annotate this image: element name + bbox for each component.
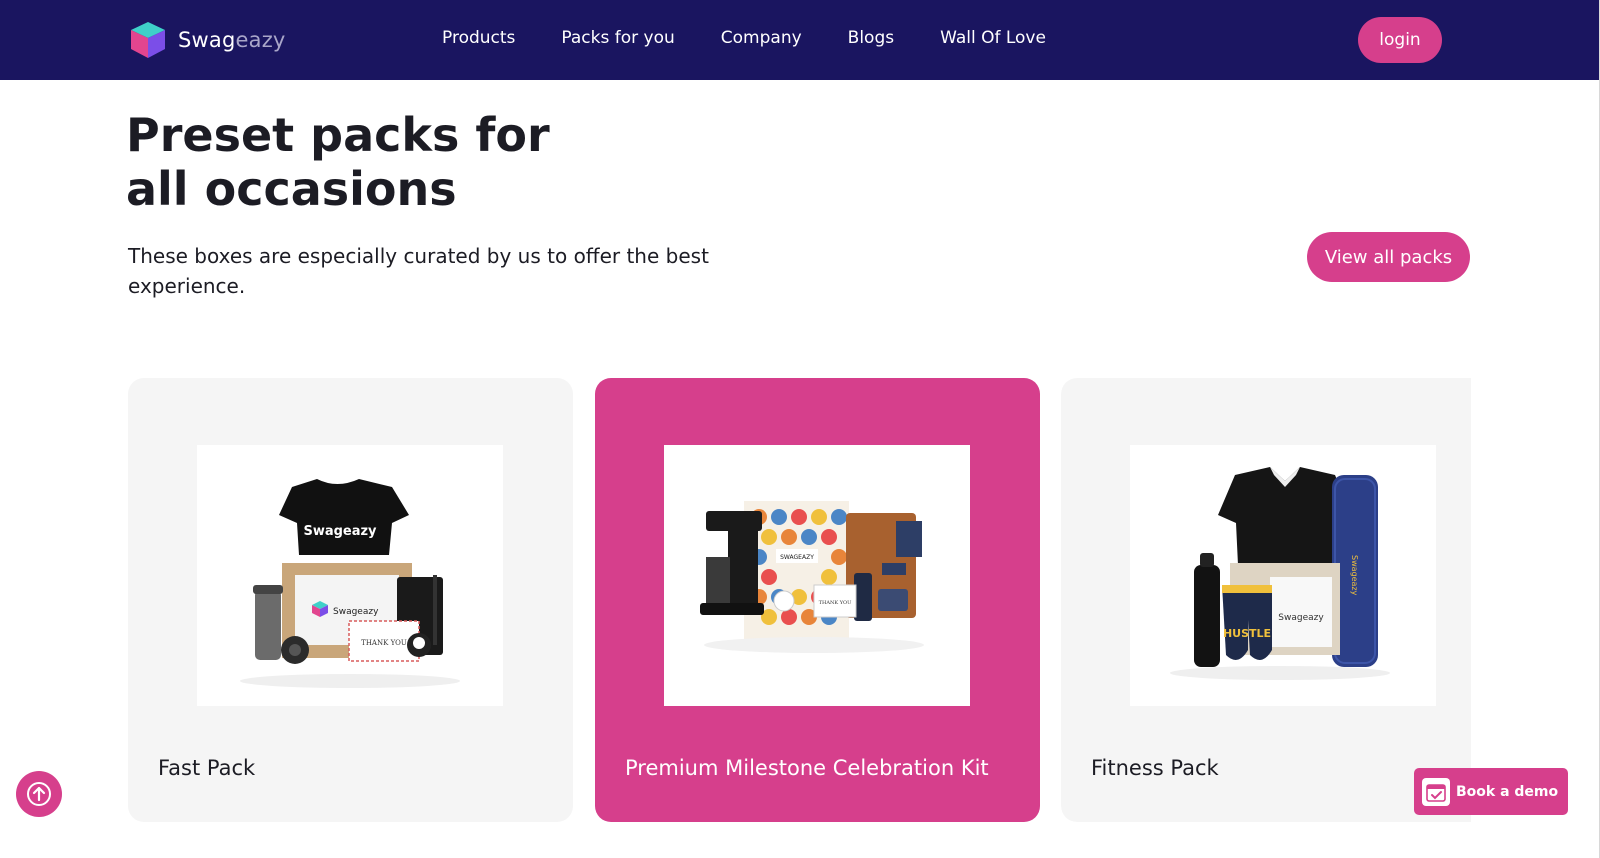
pack-label: Fitness Pack: [1091, 756, 1219, 780]
pack-label: Fast Pack: [158, 756, 256, 780]
arrow-up-icon: [27, 782, 51, 806]
brand-logo[interactable]: Swageazy: [128, 20, 286, 60]
section-subtitle: These boxes are especially curated by us…: [128, 244, 709, 298]
section-title-line2: all occasions: [126, 162, 457, 216]
box-text: Swageazy: [333, 607, 379, 617]
pack-image: SWAGEAZY THANK YOU: [664, 445, 970, 706]
view-all-packs-button[interactable]: View all packs: [1307, 232, 1470, 282]
coffee-maker-kit-icon: SWAGEAZY THANK YOU: [700, 501, 924, 653]
calendar-check-icon: [1422, 777, 1450, 806]
nav-blogs[interactable]: Blogs: [848, 28, 894, 48]
pack-card-clip: Swageazy Swageazy HUSTLE Fitness Pack: [1061, 378, 1471, 822]
section-title-line1: Preset packs for: [126, 108, 550, 162]
tshirt-text: Swageazy: [303, 524, 377, 539]
nav-links: Products Packs for you Company Blogs Wal…: [442, 28, 1046, 48]
tshirt-swag-kit-icon: Swageazy Swageazy THANK YOU: [240, 479, 460, 688]
pack-card-premium-milestone[interactable]: SWAGEAZY THANK YOU Premium Milestone Cel…: [595, 378, 1040, 822]
page: Swageazy Products Packs for you Company …: [0, 0, 1600, 858]
pack-card-fast-pack[interactable]: Swageazy Swageazy THANK YOU Fast Pack: [128, 378, 573, 822]
nav-products[interactable]: Products: [442, 28, 515, 48]
book-a-demo-button[interactable]: Book a demo: [1414, 768, 1568, 815]
pack-label: Premium Milestone Celebration Kit: [625, 756, 989, 780]
section-title: Preset packs for all occasions: [126, 108, 686, 216]
pack-card-fitness-pack[interactable]: Swageazy Swageazy HUSTLE Fitness Pack: [1061, 378, 1471, 822]
nav-company[interactable]: Company: [721, 28, 802, 48]
thank-you-card-text: THANK YOU: [819, 600, 852, 606]
pack-image: Swageazy Swageazy THANK YOU: [197, 445, 503, 706]
top-nav: Swageazy Products Packs for you Company …: [0, 0, 1599, 80]
scroll-to-top-button[interactable]: [16, 771, 62, 817]
fitness-kit-icon: Swageazy Swageazy HUSTLE: [1170, 467, 1390, 680]
pack-image: Swageazy Swageazy HUSTLE: [1130, 445, 1436, 706]
socks-text: HUSTLE: [1223, 627, 1271, 640]
box-text: SWAGEAZY: [780, 554, 814, 561]
nav-wall-of-love[interactable]: Wall Of Love: [940, 28, 1046, 48]
brand-wordmark: Swageazy: [178, 28, 286, 52]
login-button[interactable]: login: [1358, 17, 1442, 63]
nav-packs-for-you[interactable]: Packs for you: [561, 28, 674, 48]
thank-you-card-text: THANK YOU: [361, 639, 407, 647]
box-text: Swageazy: [1278, 613, 1324, 623]
mat-text: Swageazy: [1350, 555, 1359, 596]
book-a-demo-label: Book a demo: [1456, 783, 1559, 800]
cube-logo-icon: [131, 22, 165, 58]
